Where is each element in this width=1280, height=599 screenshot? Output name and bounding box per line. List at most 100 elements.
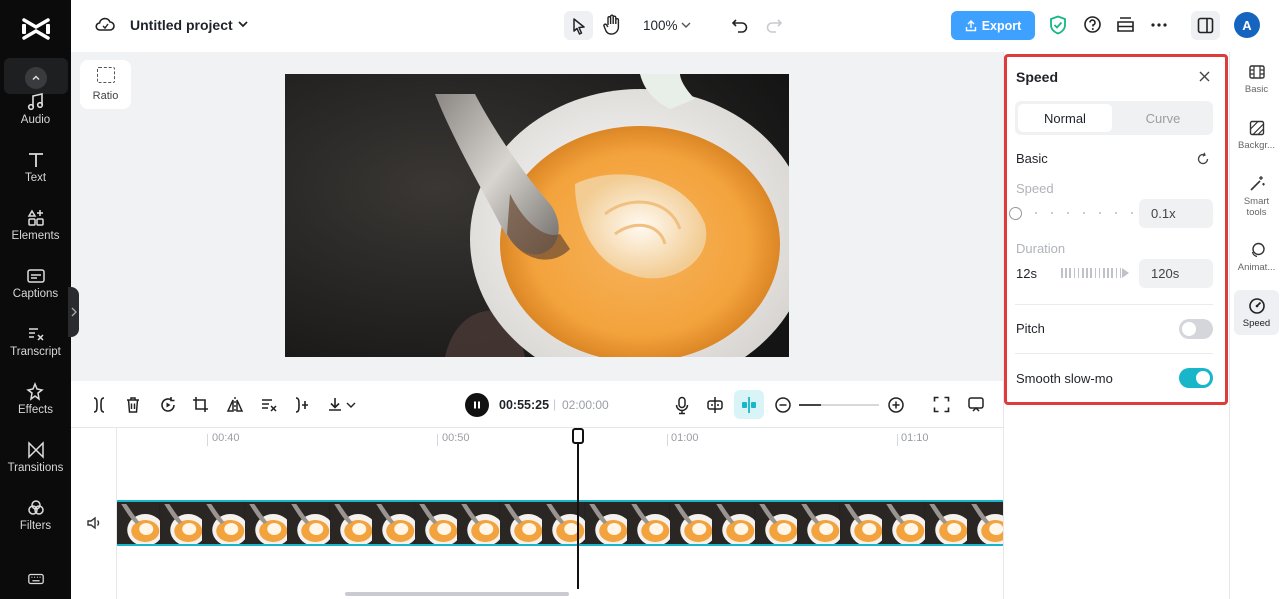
- clip-thumbnail: [117, 502, 160, 544]
- sidebar-item-elements[interactable]: Elements: [0, 208, 71, 262]
- auto-snap-icon[interactable]: [706, 396, 724, 414]
- magic-wand-icon: [1249, 176, 1265, 191]
- video-clip[interactable]: [117, 500, 1003, 546]
- crop-icon[interactable]: [192, 396, 209, 413]
- latte-art-image: [285, 74, 789, 357]
- tab-normal[interactable]: Normal: [1018, 104, 1112, 132]
- playhead-handle[interactable]: [572, 428, 584, 444]
- rail-item-background[interactable]: Backgr...: [1234, 119, 1279, 151]
- sidebar-item-effects[interactable]: Effects: [0, 382, 71, 436]
- smooth-slowmo-toggle[interactable]: [1179, 368, 1213, 388]
- keyboard-shortcuts-button[interactable]: [0, 570, 71, 594]
- timeline-zoom-slider[interactable]: [799, 404, 879, 406]
- sidebar-item-filters[interactable]: Filters: [0, 498, 71, 552]
- duration-label: Duration: [1016, 241, 1066, 256]
- rail-item-animation[interactable]: Animat...: [1234, 241, 1279, 273]
- clip-thumbnail: [244, 502, 287, 544]
- mirror-icon[interactable]: [226, 396, 244, 414]
- help-icon[interactable]: [1083, 15, 1102, 34]
- select-tool-button[interactable]: [564, 11, 593, 40]
- toggle-panel-button[interactable]: [1191, 11, 1220, 40]
- pause-button[interactable]: [465, 393, 489, 417]
- pitch-toggle[interactable]: [1179, 319, 1213, 339]
- speedometer-icon: [1248, 298, 1265, 314]
- video-preview[interactable]: [285, 74, 789, 357]
- project-title[interactable]: Untitled project: [130, 17, 233, 33]
- clip-thumbnail: [797, 502, 840, 544]
- redo-icon[interactable]: [765, 16, 783, 34]
- sidebar-item-captions[interactable]: Captions: [0, 266, 71, 320]
- speed-slider-track[interactable]: [1015, 212, 1133, 214]
- shield-check-icon[interactable]: [1049, 15, 1067, 35]
- sidebar-item-transitions[interactable]: Transitions: [0, 440, 71, 494]
- rail-item-label: Animat...: [1237, 262, 1276, 273]
- current-time: 00:55:25: [499, 398, 550, 412]
- storage-icon[interactable]: [1116, 15, 1135, 34]
- rail-item-label: Speed: [1242, 318, 1271, 329]
- toggle-knob: [1182, 322, 1196, 336]
- speed-value-input[interactable]: 0.1x: [1139, 199, 1213, 228]
- avatar[interactable]: A: [1234, 12, 1260, 38]
- sidebar-item-text[interactable]: Text: [0, 150, 71, 204]
- tab-curve[interactable]: Curve: [1116, 104, 1210, 132]
- editing-toolbar: 00:55:25 | 02:00:00: [71, 381, 1003, 428]
- pause-icon: [474, 401, 480, 409]
- clip-thumbnail: [882, 502, 925, 544]
- duration-value-input[interactable]: 120s: [1139, 259, 1213, 288]
- rail-item-basic[interactable]: Basic: [1234, 63, 1279, 95]
- clip-thumbnail: [457, 502, 500, 544]
- sidebar-item-label: Transcript: [10, 346, 61, 358]
- chevron-down-icon[interactable]: [680, 19, 692, 31]
- more-icon[interactable]: [1150, 22, 1168, 28]
- film-icon: [1248, 65, 1265, 79]
- zoom-level[interactable]: 100%: [643, 18, 678, 33]
- ratio-button[interactable]: Ratio: [80, 60, 131, 109]
- zoom-out-icon[interactable]: [774, 396, 792, 414]
- duration-original: 12s: [1016, 266, 1037, 281]
- undo-icon[interactable]: [731, 16, 749, 34]
- export-button[interactable]: Export: [951, 11, 1035, 40]
- rail-item-smart-tools[interactable]: Smart tools: [1234, 175, 1279, 218]
- download-icon[interactable]: [327, 396, 357, 414]
- split-icon[interactable]: [91, 396, 107, 414]
- delete-icon[interactable]: [125, 396, 141, 414]
- playhead-line[interactable]: [577, 428, 579, 589]
- reverse-icon[interactable]: [159, 396, 177, 414]
- sidebar-item-audio[interactable]: Audio: [0, 92, 71, 146]
- clip-thumbnail: [712, 502, 755, 544]
- duration-stretch-indicator: [1061, 268, 1129, 278]
- zoom-in-icon[interactable]: [887, 396, 905, 414]
- arrow-right-icon: [1122, 268, 1129, 278]
- rail-item-label: Backgr...: [1238, 140, 1275, 151]
- rail-item-speed[interactable]: Speed: [1234, 290, 1279, 335]
- effects-icon: [25, 382, 44, 401]
- time-separator: |: [553, 397, 557, 411]
- rail-item-label: Basic: [1244, 84, 1269, 95]
- close-icon[interactable]: [1198, 70, 1211, 83]
- speaker-icon[interactable]: [86, 516, 102, 530]
- timeline-tick: 00:40: [212, 432, 240, 444]
- main-track-magnet-button[interactable]: [734, 390, 764, 419]
- clip-thumbnail: [159, 502, 202, 544]
- sidebar-item-label: Elements: [11, 230, 60, 242]
- chevron-right-icon: [71, 307, 77, 317]
- chevron-down-icon[interactable]: [237, 18, 249, 30]
- timeline[interactable]: 00:40 00:50 01:00 01:10: [71, 428, 1003, 599]
- sidebar-item-label: Audio: [20, 114, 51, 126]
- fullscreen-icon[interactable]: [933, 396, 950, 413]
- preview-settings-icon[interactable]: [967, 396, 985, 414]
- capcut-logo-icon[interactable]: [21, 16, 51, 42]
- sidebar-item-transcript[interactable]: Transcript: [0, 324, 71, 378]
- transcript-icon: [28, 328, 44, 341]
- freeze-frame-icon[interactable]: [293, 396, 311, 414]
- hand-tool-icon[interactable]: [603, 14, 621, 36]
- sidebar-collapse-handle[interactable]: [68, 287, 79, 337]
- speed-slider-thumb[interactable]: [1009, 207, 1022, 220]
- microphone-icon[interactable]: [674, 396, 690, 415]
- cloud-icon[interactable]: [95, 16, 115, 34]
- sidebar-scroll-up[interactable]: [4, 58, 68, 94]
- remove-background-icon[interactable]: [260, 396, 278, 414]
- clip-thumbnail: [924, 502, 967, 544]
- timeline-scrollbar[interactable]: [345, 592, 569, 596]
- reset-icon[interactable]: [1196, 152, 1210, 166]
